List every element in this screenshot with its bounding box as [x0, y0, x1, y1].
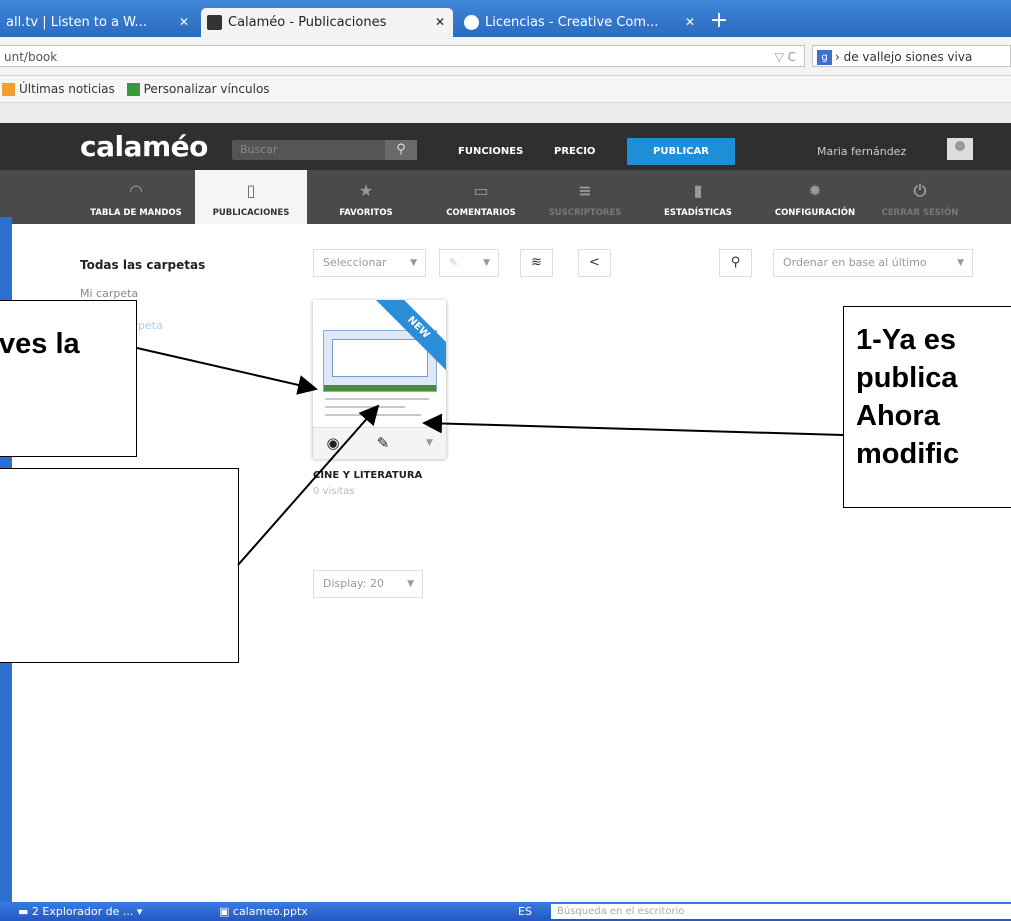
chevron-down-icon: ▾ [133, 905, 143, 918]
taskbar-label: 2 Explorador de ... [31, 905, 134, 918]
arrow-left-bottom [237, 404, 380, 566]
powerpoint-icon: ▣ [219, 905, 233, 918]
folder-icon: ▬ [18, 905, 32, 918]
taskbar-label: calameo.pptx [232, 905, 308, 918]
arrow-left-top [136, 347, 318, 395]
arrow-right [422, 413, 844, 436]
annotation-arrows [136, 347, 844, 566]
taskbar-item-pptx[interactable]: ▣ calameo.pptx [219, 903, 399, 920]
desktop-search-input[interactable]: Búsqueda en el escritorio [551, 904, 1011, 919]
language-indicator[interactable]: ES [518, 903, 546, 920]
taskbar-item-explorer[interactable]: ▬ 2 Explorador de ... ▾ [18, 903, 208, 920]
